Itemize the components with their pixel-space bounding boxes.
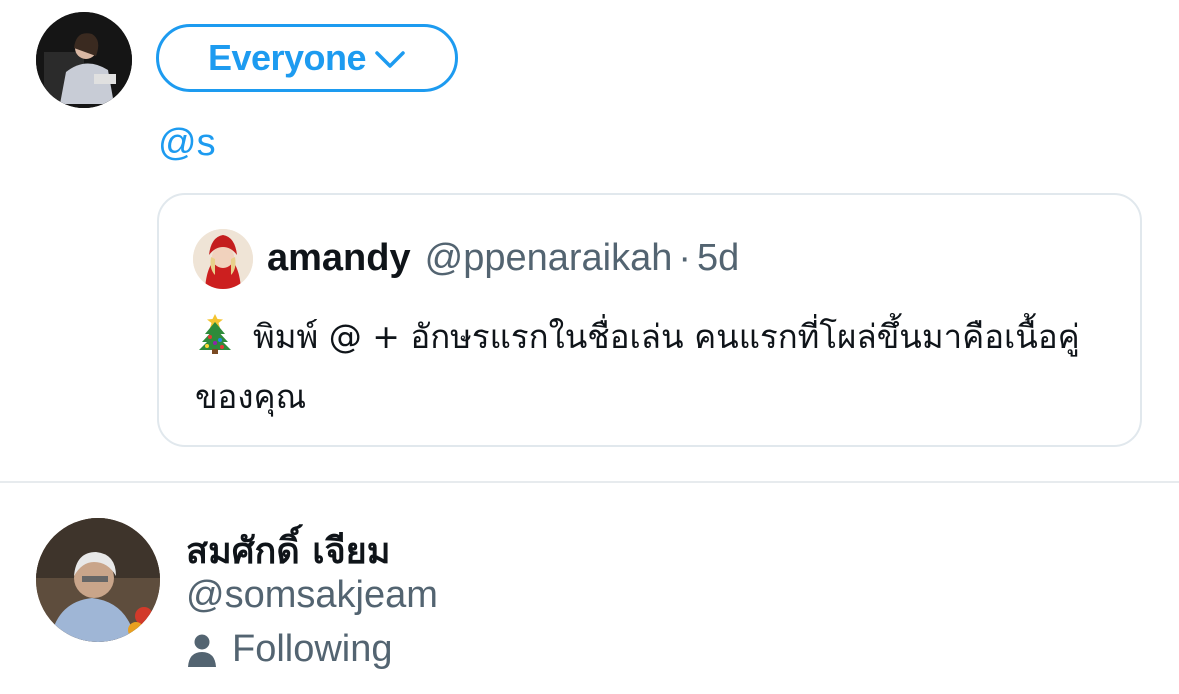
quoted-tweet-header: amandy @ppenaraikah · 5d	[267, 237, 739, 280]
quoted-tweet-text: พิมพ์ @ + อักษรแรกในชื่อเล่น คนแรกที่โผล…	[195, 310, 1125, 424]
christmas-tree-icon	[195, 312, 235, 370]
avatar-photo	[36, 12, 132, 108]
separator-dot: ·	[678, 237, 692, 279]
audience-selector-button[interactable]: Everyone	[156, 24, 458, 92]
reply-composer-screen: Everyone @s amandy @ppenaraikah · 5d พิม…	[0, 0, 1179, 694]
compose-text-input[interactable]: @s	[158, 122, 216, 165]
divider	[0, 481, 1179, 483]
quoted-tweet-avatar	[193, 229, 253, 289]
quoted-tweet-timestamp: 5d	[697, 237, 740, 279]
suggested-user-handle: @somsakjeam	[186, 574, 438, 616]
quoted-tweet-card[interactable]: amandy @ppenaraikah · 5d พิมพ์ @ + อักษร…	[157, 193, 1142, 447]
quoted-tweet-author-name: amandy	[267, 237, 411, 279]
composer-avatar[interactable]	[36, 12, 132, 108]
chevron-down-icon	[374, 50, 406, 70]
following-status: Following	[186, 628, 393, 671]
suggested-user-avatar[interactable]	[36, 518, 160, 642]
suggested-user-name[interactable]: สมศักดิ์ เจียม	[186, 522, 391, 579]
person-icon	[186, 633, 218, 667]
following-label: Following	[232, 628, 393, 670]
quoted-tweet-author-handle: @ppenaraikah	[424, 237, 673, 279]
audience-label: Everyone	[207, 37, 367, 78]
quoted-tweet-body: พิมพ์ @ + อักษรแรกในชื่อเล่น คนแรกที่โผล…	[195, 317, 1080, 416]
